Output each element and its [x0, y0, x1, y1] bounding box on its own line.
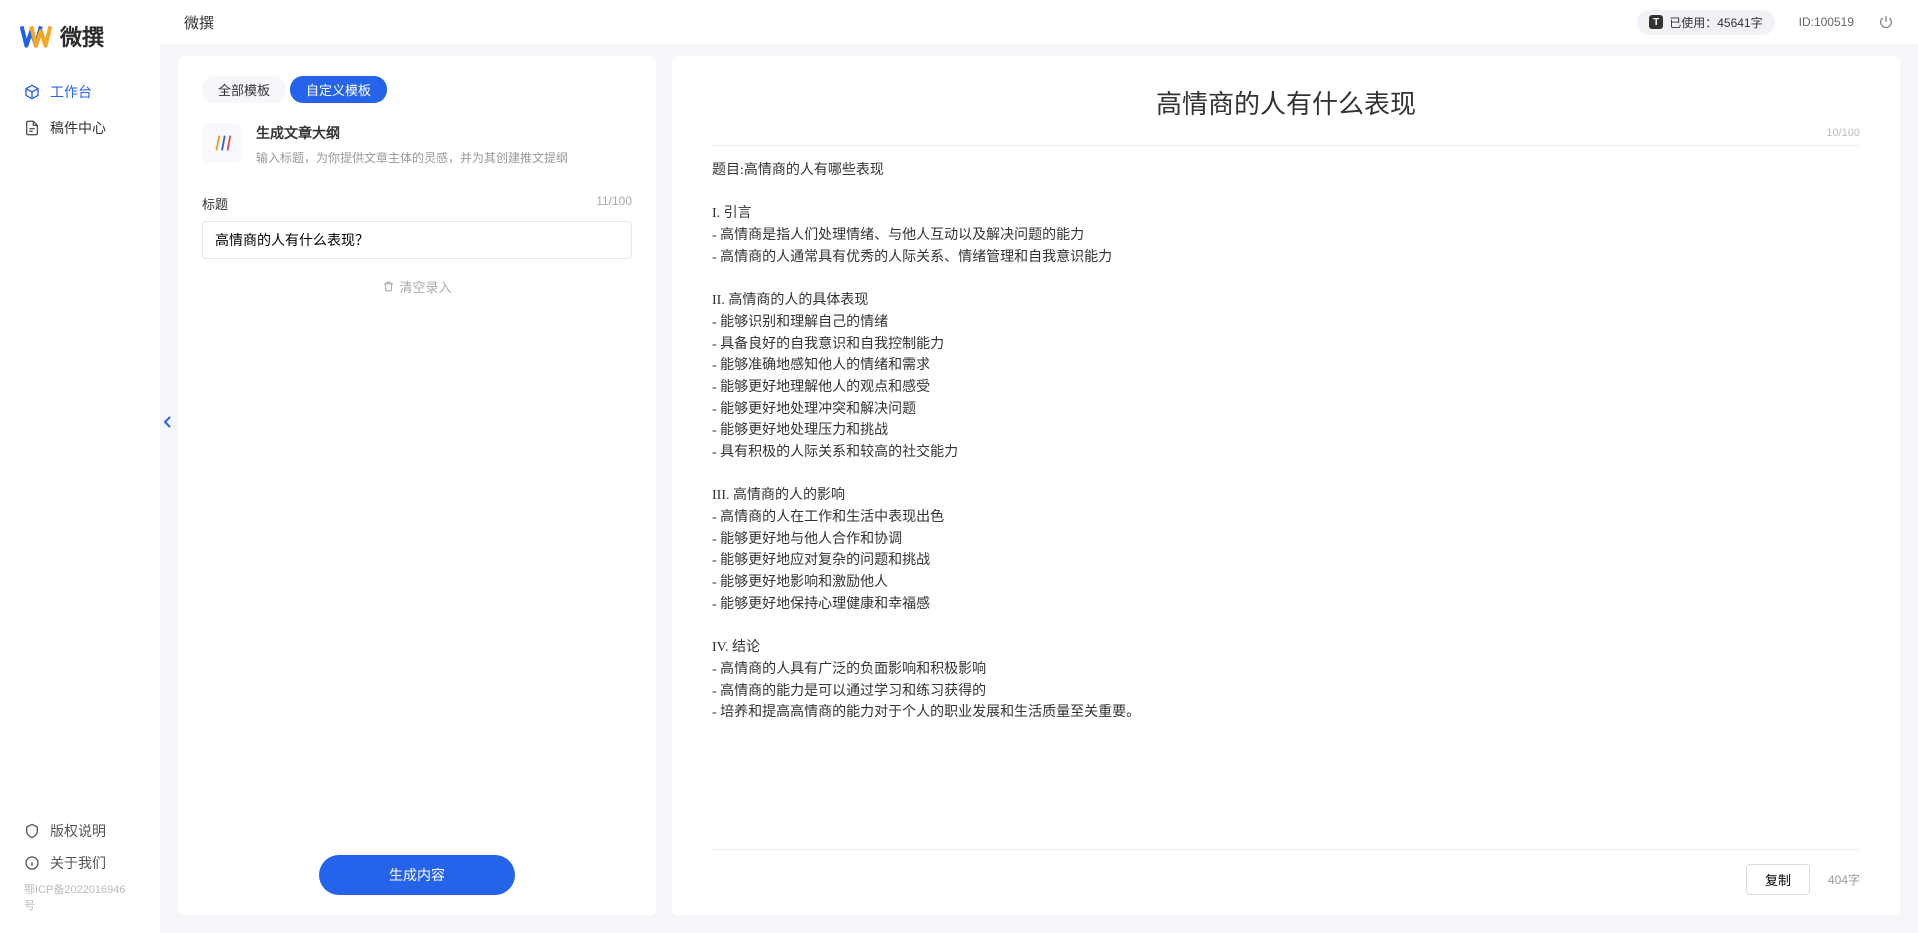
- sidebar: 微撰 工作台 稿件中心 版权说明 关于我: [0, 0, 160, 933]
- field-label-row: 标题 11/100: [202, 194, 632, 213]
- template-card: 生成文章大纲 输入标题，为你提供文章主体的灵感，并为其创建推文提纲: [202, 123, 632, 166]
- topbar: 微撰 T 已使用：45641字 ID:100519: [160, 0, 1918, 44]
- result-meta: 10/100: [712, 127, 1860, 146]
- title-input[interactable]: [202, 221, 632, 259]
- user-id: ID:100519: [1799, 15, 1854, 29]
- sidebar-item-label: 工作台: [50, 82, 92, 102]
- text-icon: T: [1649, 15, 1663, 29]
- template-icon: [202, 123, 242, 163]
- clear-label: 清空录入: [399, 277, 451, 296]
- logo-text: 微撰: [60, 20, 104, 52]
- right-panel: 高情商的人有什么表现 10/100 题目:高情商的人有哪些表现 I. 引言 - …: [672, 56, 1900, 915]
- result-body: 题目:高情商的人有哪些表现 I. 引言 - 高情商是指人们处理情绪、与他人互动以…: [712, 160, 1860, 849]
- cube-icon: [24, 84, 40, 100]
- tab-custom-templates[interactable]: 自定义模板: [290, 76, 387, 103]
- main: 微撰 T 已使用：45641字 ID:100519 全部模板 自定义模板: [160, 0, 1918, 933]
- template-title: 生成文章大纲: [256, 123, 632, 143]
- result-title: 高情商的人有什么表现: [712, 84, 1860, 121]
- generate-button[interactable]: 生成内容: [319, 855, 515, 895]
- field-label: 标题: [202, 194, 228, 213]
- content: 全部模板 自定义模板 生成文章大纲 输入标题，为你提供文章主体的灵感，并为其创建…: [160, 44, 1918, 933]
- power-icon[interactable]: [1878, 14, 1894, 30]
- document-icon: [24, 120, 40, 136]
- topbar-right: T 已使用：45641字 ID:100519: [1637, 10, 1894, 35]
- clear-button[interactable]: 清空录入: [202, 277, 632, 296]
- sidebar-item-label: 版权说明: [50, 821, 106, 841]
- sidebar-item-label: 关于我们: [50, 853, 106, 873]
- sidebar-item-drafts[interactable]: 稿件中心: [24, 118, 136, 138]
- char-count: 11/100: [596, 194, 632, 213]
- usage-badge: T 已使用：45641字: [1637, 10, 1774, 35]
- template-info: 生成文章大纲 输入标题，为你提供文章主体的灵感，并为其创建推文提纲: [256, 123, 632, 166]
- page-title: 微撰: [184, 12, 214, 33]
- sidebar-item-copyright[interactable]: 版权说明: [24, 821, 136, 841]
- sidebar-item-about[interactable]: 关于我们: [24, 853, 136, 873]
- copy-button[interactable]: 复制: [1746, 864, 1810, 895]
- sidebar-item-label: 稿件中心: [50, 118, 106, 138]
- result-footer: 复制 404字: [712, 849, 1860, 895]
- logo-icon: [20, 22, 52, 50]
- tab-all-templates[interactable]: 全部模板: [202, 76, 286, 103]
- usage-text: 已使用：45641字: [1669, 14, 1762, 31]
- template-desc: 输入标题，为你提供文章主体的灵感，并为其创建推文提纲: [256, 149, 632, 166]
- left-panel: 全部模板 自定义模板 生成文章大纲 输入标题，为你提供文章主体的灵感，并为其创建…: [178, 56, 656, 915]
- collapse-handle[interactable]: [160, 412, 174, 432]
- sidebar-footer: 版权说明 关于我们: [0, 821, 160, 873]
- trash-icon: [382, 280, 395, 293]
- logo: 微撰: [0, 20, 160, 82]
- left-footer: 生成内容: [202, 855, 632, 895]
- word-count: 404字: [1828, 871, 1860, 888]
- sidebar-item-workspace[interactable]: 工作台: [24, 82, 136, 102]
- icp-text: 鄂ICP备2022016946号: [0, 873, 160, 913]
- info-icon: [24, 855, 40, 871]
- tabs: 全部模板 自定义模板: [202, 76, 632, 103]
- shield-icon: [24, 823, 40, 839]
- nav: 工作台 稿件中心: [0, 82, 160, 821]
